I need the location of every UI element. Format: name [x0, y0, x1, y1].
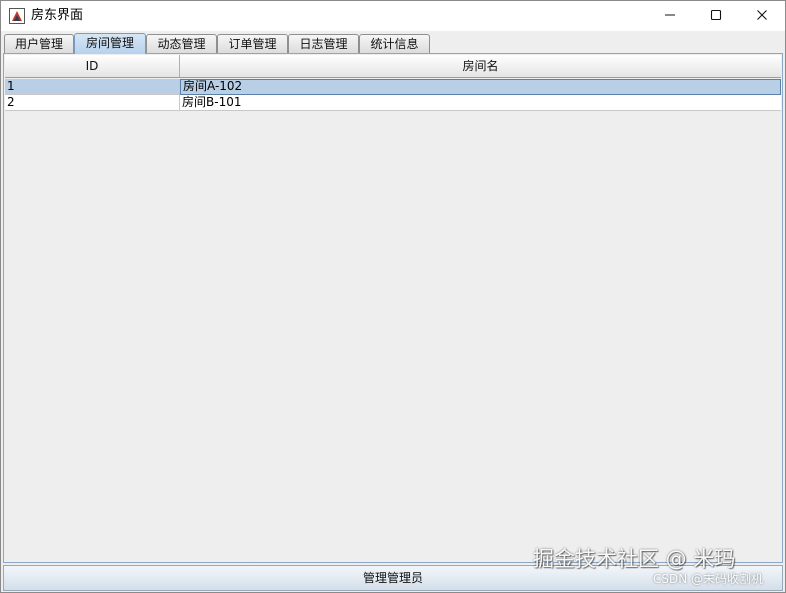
tab-order-management[interactable]: 订单管理: [217, 34, 288, 53]
close-icon: [756, 9, 768, 24]
column-header-room-name[interactable]: 房间名: [180, 55, 781, 77]
tab-statistics[interactable]: 统计信息: [359, 34, 430, 53]
maximize-icon: [710, 9, 722, 24]
watermark-sub: CSDN @末码收割机: [653, 572, 764, 586]
java-app-icon: [9, 8, 25, 24]
tab-label: 用户管理: [14, 37, 63, 51]
column-header-id[interactable]: ID: [5, 55, 180, 77]
watermark-main: 掘金技术社区 @ 米玛: [533, 547, 736, 571]
tab-label: 动态管理: [157, 37, 206, 51]
tab-post-management[interactable]: 动态管理: [146, 34, 217, 53]
app-window: 房东界面 用户管理 房间管理 动态管理 订单管理 日志管理 统计信息 ID 房间…: [0, 0, 786, 593]
minimize-button[interactable]: [647, 1, 693, 31]
minimize-icon: [664, 9, 676, 24]
tab-label: 日志管理: [299, 37, 348, 51]
title-bar[interactable]: 房东界面: [1, 1, 785, 31]
room-table-panel: ID 房间名 1 房间A-102 2 房间B-101: [3, 53, 783, 563]
table-row[interactable]: 1 房间A-102: [5, 79, 781, 95]
maximize-button[interactable]: [693, 1, 739, 31]
cell-room-name[interactable]: 房间B-101: [180, 95, 781, 111]
tab-bar: 用户管理 房间管理 动态管理 订单管理 日志管理 统计信息: [1, 31, 785, 54]
cell-room-name[interactable]: 房间A-102: [180, 79, 781, 95]
cell-id[interactable]: 2: [5, 95, 180, 111]
close-button[interactable]: [739, 1, 785, 31]
table-row[interactable]: 2 房间B-101: [5, 95, 781, 111]
tab-log-management[interactable]: 日志管理: [288, 34, 359, 53]
tab-label: 统计信息: [370, 37, 419, 51]
cell-id[interactable]: 1: [5, 79, 180, 95]
tab-label: 订单管理: [228, 37, 277, 51]
table-body: 1 房间A-102 2 房间B-101: [5, 79, 781, 111]
tab-label: 房间管理: [85, 36, 134, 50]
tab-user-management[interactable]: 用户管理: [4, 34, 74, 53]
tab-room-management[interactable]: 房间管理: [74, 33, 146, 54]
window-title: 房东界面: [31, 8, 84, 23]
table-header: ID 房间名: [5, 55, 781, 78]
